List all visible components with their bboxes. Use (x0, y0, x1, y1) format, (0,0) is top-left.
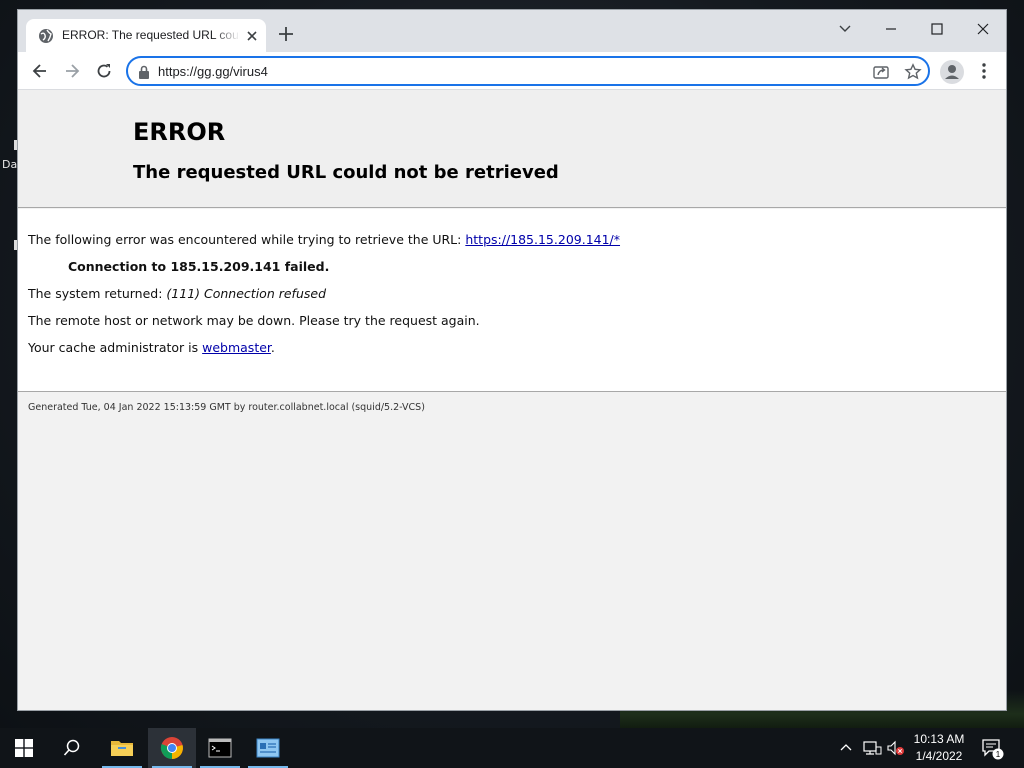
clock-time: 10:13 AM (913, 732, 965, 746)
search-button[interactable] (48, 728, 96, 768)
person-icon (945, 65, 959, 79)
volume-muted-icon[interactable] (886, 739, 906, 757)
maximize-icon (931, 23, 943, 35)
share-icon[interactable] (872, 63, 890, 81)
tab-search-button[interactable] (822, 14, 868, 44)
tab-title: ERROR: The requested URL could not be re… (62, 28, 240, 42)
new-tab-icon[interactable] (276, 24, 296, 44)
windows-start-icon (15, 739, 33, 757)
forward-arrow-icon[interactable] (62, 61, 82, 81)
notification-count: 1 (996, 750, 1001, 759)
address-bar[interactable] (126, 56, 930, 86)
close-icon (977, 23, 989, 35)
network-icon[interactable] (862, 739, 882, 757)
start-button[interactable] (0, 728, 48, 768)
retry-hint: The remote host or network may be down. … (28, 313, 480, 328)
app-window-button[interactable] (244, 728, 292, 768)
file-explorer-button[interactable] (98, 728, 146, 768)
webmaster-link[interactable]: webmaster (202, 340, 271, 355)
close-tab-icon[interactable] (244, 28, 260, 44)
system-returned-prefix: The system returned: (28, 286, 167, 301)
browser-window: ERROR: The requested URL could not be re… (18, 10, 1006, 710)
cache-admin-suffix: . (270, 340, 275, 355)
clock-date: 1/4/2022 (915, 749, 963, 763)
cache-admin-prefix: Your cache administrator is (28, 340, 203, 355)
bookmark-star-icon[interactable] (904, 63, 922, 81)
connection-failed-message: Connection to 185.15.209.141 failed. (68, 259, 330, 274)
browser-tab[interactable]: ERROR: The requested URL could not be re… (26, 19, 266, 52)
url-input[interactable] (158, 62, 858, 80)
lock-icon[interactable] (138, 65, 150, 79)
app-window-icon (256, 738, 280, 758)
command-prompt-button[interactable] (196, 728, 244, 768)
chrome-icon (160, 737, 183, 759)
page-content: ERROR The requested URL could not be ret… (18, 90, 1006, 710)
command-prompt-icon (208, 738, 232, 758)
chevron-up-icon[interactable] (838, 740, 854, 756)
system-returned-line: The system returned: (111) Connection re… (28, 286, 326, 301)
failed-url-link[interactable]: https://185.15.209.141/* (465, 232, 620, 247)
browser-toolbar (18, 52, 1006, 90)
error-body: The following error was encountered whil… (18, 209, 1006, 392)
error-url-prefix: The following error was encountered whil… (28, 232, 466, 247)
reload-icon[interactable] (94, 61, 114, 81)
minimize-button[interactable] (868, 14, 914, 44)
error-header: ERROR The requested URL could not be ret… (18, 90, 1006, 208)
tab-strip: ERROR: The requested URL could not be re… (18, 10, 1006, 52)
file-explorer-icon (111, 741, 133, 756)
error-url-line: The following error was encountered whil… (28, 232, 620, 247)
close-window-button[interactable] (960, 14, 1006, 44)
system-clock[interactable]: 10:13 AM 1/4/2022 (904, 731, 974, 765)
desktop-icon-label: Da (2, 158, 18, 171)
search-icon (63, 739, 80, 756)
desktop-icon-edge[interactable] (14, 140, 17, 150)
page-subtitle: The requested URL could not be retrieved (133, 162, 559, 183)
page-title: ERROR (133, 118, 226, 146)
minimize-icon (886, 28, 896, 30)
chevron-down-icon (839, 25, 851, 32)
back-arrow-icon[interactable] (30, 61, 50, 81)
desktop-icon-edge[interactable] (14, 240, 17, 250)
globe-icon (39, 29, 53, 43)
chrome-taskbar-button[interactable] (148, 728, 196, 768)
maximize-button[interactable] (914, 14, 960, 44)
system-error-code: (111) Connection refused (166, 286, 326, 301)
taskbar: 10:13 AM 1/4/2022 1 (0, 728, 1024, 768)
more-vert-icon[interactable] (976, 61, 992, 81)
cache-admin-line: Your cache administrator is webmaster. (28, 340, 275, 355)
generated-footer: Generated Tue, 04 Jan 2022 15:13:59 GMT … (28, 402, 425, 413)
profile-avatar[interactable] (940, 60, 964, 84)
notification-center-icon[interactable]: 1 (980, 736, 1004, 760)
